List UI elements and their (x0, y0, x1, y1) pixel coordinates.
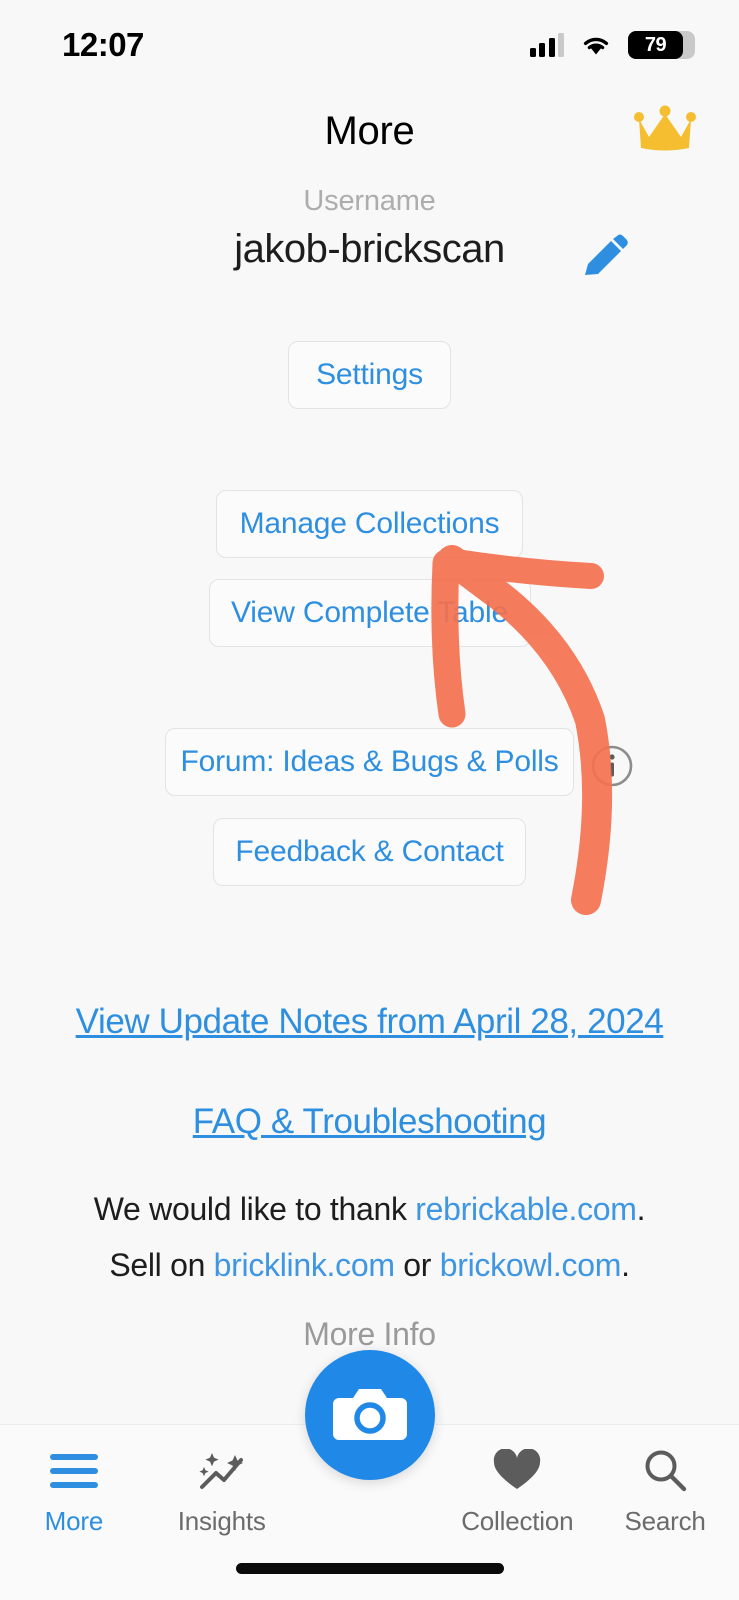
tab-more-label: More (44, 1506, 104, 1536)
status-time: 12:07 (62, 26, 144, 63)
status-bar: 12:07 79 (0, 0, 739, 86)
pencil-edit-icon[interactable] (573, 231, 631, 289)
sparkle-chart-icon (199, 1453, 243, 1489)
thanks-suffix-text: . (636, 1191, 646, 1227)
crown-icon[interactable] (633, 104, 697, 156)
bricklink-link[interactable]: bricklink.com (214, 1247, 395, 1283)
tab-search[interactable]: Search (591, 1449, 739, 1537)
sell-line: Sell on bricklink.com or brickowl.com. (0, 1241, 739, 1291)
hamburger-menu-icon (49, 1449, 98, 1493)
app-screen: 12:07 79 More Username jakob-brickscan S… (0, 0, 739, 1600)
brickowl-link[interactable]: brickowl.com (440, 1247, 622, 1283)
manage-collections-button[interactable]: Manage Collections (216, 490, 523, 558)
username-label: Username (303, 185, 436, 217)
battery-indicator: 79 (628, 31, 695, 59)
info-circle-icon[interactable] (590, 744, 634, 788)
sell-suffix-text: . (621, 1246, 630, 1283)
page-title: More (324, 108, 415, 153)
tab-more[interactable]: More (0, 1449, 148, 1537)
forum-button[interactable]: Forum: Ideas & Bugs & Polls (165, 728, 574, 796)
camera-scan-button[interactable] (304, 1350, 435, 1480)
page-header: More (0, 86, 739, 176)
status-indicators: 79 (529, 31, 695, 59)
faq-link[interactable]: FAQ & Troubleshooting (0, 1102, 739, 1142)
links-section: View Update Notes from April 28, 2024 FA… (0, 1002, 739, 1142)
home-indicator (235, 1563, 504, 1574)
magnifier-search-icon (645, 1450, 687, 1492)
view-complete-table-button[interactable]: View Complete Table (208, 579, 531, 647)
update-notes-link[interactable]: View Update Notes from April 28, 2024 (0, 1002, 739, 1042)
username-value: jakob-brickscan (234, 227, 505, 271)
collections-action-group: Manage Collections View Complete Table (0, 490, 739, 647)
tab-collection-label: Collection (461, 1506, 574, 1536)
username-row: jakob-brickscan (0, 227, 739, 275)
tab-search-label: Search (624, 1506, 706, 1536)
wifi-icon (583, 37, 609, 55)
feedback-contact-button[interactable]: Feedback & Contact (213, 818, 526, 886)
tab-insights[interactable]: Insights (148, 1449, 296, 1537)
cellular-signal-icon (529, 33, 564, 57)
support-action-group: Forum: Ideas & Bugs & Polls Feedback & C… (0, 728, 739, 886)
credits-section: We would like to thank rebrickable.com. … (0, 1185, 739, 1290)
settings-button[interactable]: Settings (288, 341, 451, 409)
rebrickable-link[interactable]: rebrickable.com (415, 1191, 637, 1227)
thanks-prefix-text: We would like to thank (93, 1191, 416, 1227)
tab-insights-label: Insights (177, 1506, 266, 1536)
thanks-line: We would like to thank rebrickable.com. (0, 1185, 739, 1235)
settings-section: Settings (0, 341, 739, 409)
profile-section: Username jakob-brickscan (0, 185, 739, 275)
sell-prefix-text: Sell on (109, 1246, 214, 1283)
tab-collection[interactable]: Collection (443, 1449, 591, 1537)
more-info-label[interactable]: More Info (0, 1316, 739, 1353)
battery-percent-label: 79 (644, 33, 667, 56)
sell-middle-text: or (394, 1246, 440, 1283)
heart-icon (494, 1449, 541, 1489)
camera-icon (332, 1389, 407, 1440)
